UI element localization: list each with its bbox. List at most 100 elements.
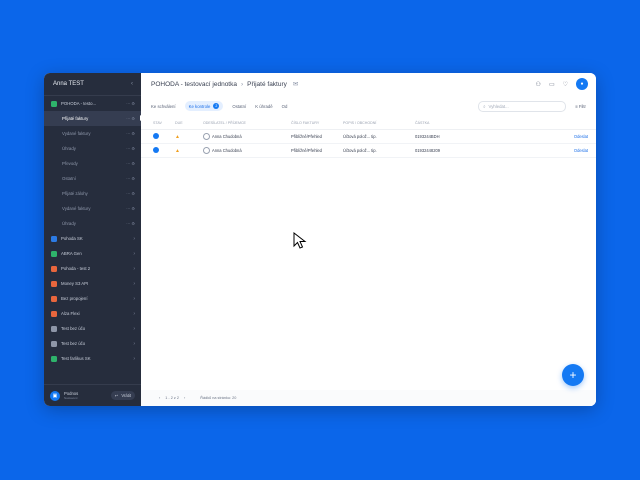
col-header-status[interactable]: STAV [153,121,175,125]
chevron-right-icon[interactable]: › [133,296,135,302]
company-icon [51,235,57,242]
more-icon[interactable]: ⋯ ⚙ [126,191,135,196]
sidebar-item[interactable]: ABRA Gen › [44,246,141,261]
filter-to-pay[interactable]: K úhradě [255,104,272,109]
table-row[interactable]: ▲ Anna Chudobná Přibližně/Přehled Účtová po… [141,130,596,144]
collapse-icon[interactable]: ‹ [131,81,133,87]
app-window: Anna TEST ‹ POHODA - testo... ⋯ ⚙ Přijaté … [44,73,596,406]
sidebar-item-label: Ostatní [62,176,76,181]
breadcrumb-separator-icon: › [240,80,244,88]
sidebar-item[interactable]: Úhrady ⋯ ⚙ [44,141,141,156]
chevron-right-icon[interactable]: › [133,311,135,317]
sidebar-item-label: Test farlikus SK [61,356,91,361]
filter-button[interactable]: ≡ Filtr [575,104,586,109]
breadcrumb-company[interactable]: POHODA - testovací jednotka [151,81,237,88]
sidebar-item[interactable]: Bez propojení › [44,291,141,306]
chevron-right-icon[interactable]: › [133,356,135,362]
description: Účtová polož... tip. [343,148,377,153]
filter-to-check-label: Ke kontrole [188,103,211,109]
amount: 01932448209 [415,148,441,153]
chevron-right-icon[interactable]: › [133,281,135,287]
sidebar-header[interactable]: Anna TEST ‹ [44,73,141,96]
sidebar-item-label: Převody [62,161,78,166]
more-icon[interactable]: ⋯ ⚙ [126,101,135,106]
main-content: POHODA - testovací jednotka › Přijaté fa… [141,73,596,406]
sidebar-item[interactable]: Převody ⋯ ⚙ [44,156,141,171]
col-header-amount[interactable]: ČÁSTKA [415,121,535,125]
filter-from[interactable]: Od [282,104,288,109]
filter-bar: Ke schválení Ke kontrole 2 Ostatní K úhr… [141,95,596,117]
invoice-number: Přibližně/Přehled [291,134,322,139]
sidebar-item-label: Přijaté faktury [62,116,89,121]
chevron-right-icon[interactable]: › [133,266,135,272]
sidebar-item-label: Alza Flexi [61,311,80,316]
more-icon[interactable]: ⋯ ⚙ [126,176,135,181]
person-icon [203,146,210,154]
sidebar-item-label: Money S3 API [61,281,89,286]
sidebar-item[interactable]: Přijaté zálohy ⋯ ⚙ [44,186,141,201]
sidebar-item[interactable]: Vydané faktury ⋯ ⚙ [44,126,141,141]
filter-to-approve[interactable]: Ke schválení [151,104,176,109]
search-placeholder: Vyhledat... [488,103,509,109]
sidebar-item[interactable]: Ostatní ⋯ ⚙ [44,171,141,186]
company-icon [51,280,57,287]
mouse-cursor-icon [293,232,307,249]
more-icon[interactable]: ⋯ ⚙ [126,221,135,226]
send-link[interactable]: Odeslat [535,148,596,153]
company-icon [51,100,57,107]
sidebar-item[interactable]: Úhrady ⋯ ⚙ [44,216,141,231]
page-range: 1 - 2 z 2 [165,396,179,400]
more-icon[interactable]: ⋯ ⚙ [126,116,135,121]
user-icon[interactable]: ⚇ [536,81,541,88]
notification-icon[interactable]: ♡ [563,81,568,88]
sidebar-item[interactable]: Money S3 API › [44,276,141,291]
chevron-right-icon[interactable]: › [133,341,135,347]
more-icon[interactable]: ⋯ ⚙ [126,161,135,166]
sidebar-item-label: Test bez účo [61,341,86,346]
warning-icon: ▲ [175,133,180,140]
invoice-number: Přibližně/Přehled [291,148,322,153]
sidebar-item[interactable]: Test farlikus SK › [44,351,141,366]
more-icon[interactable]: ⋯ ⚙ [126,206,135,211]
breadcrumb-page: Přijaté faktury [247,80,287,88]
rows-per-page[interactable]: Řádků na stránku: 20 [200,396,236,400]
sidebar-item-label: Pohoda SK [61,236,83,241]
chevron-right-icon[interactable]: › [133,236,135,242]
search-input[interactable]: ⌕ Vyhledat... [478,100,567,112]
sidebar-item[interactable]: Pohoda - test 2 › [44,261,141,276]
more-icon[interactable]: ⋯ ⚙ [126,146,135,151]
table-row[interactable]: ▲ Anna Chudobná Přibližně/Přehled Účtová po… [141,144,596,158]
col-header-sender[interactable]: ODESÍLATEL / PŘÍJEMCE [203,121,291,125]
return-button[interactable]: ↩ Vrátit [110,391,135,400]
sidebar-item[interactable]: Pohoda SK › [44,231,141,246]
profile-avatar[interactable]: ● [576,78,588,90]
chevron-right-icon[interactable]: › [133,326,135,332]
sidebar-item[interactable]: Přijaté faktury ⋯ ⚙ [44,111,144,126]
send-link[interactable]: Odeslat [535,134,596,139]
return-icon: ↩ [114,393,119,398]
filter-icon: ≡ [575,103,578,109]
sidebar-item[interactable]: POHODA - testo... ⋯ ⚙ [44,96,141,111]
more-icon[interactable]: ⋯ ⚙ [126,131,135,136]
page-prev-icon[interactable]: ‹ [159,396,160,400]
col-header-description[interactable]: POPIS / OBCHODNÍ [343,121,415,125]
mail-icon[interactable]: ✉ [293,80,298,88]
col-header-invoice[interactable]: ČÍSLO FAKTURY [291,121,343,125]
page-next-icon[interactable]: › [184,396,185,400]
org-info: Podnos Nastavení [64,391,78,401]
sidebar-item[interactable]: Alza Flexi › [44,306,141,321]
search-icon: ⌕ [483,103,486,109]
add-button[interactable]: + [562,364,584,386]
warning-icon: ▲ [175,147,180,154]
col-header-due[interactable]: DUE [175,121,203,125]
pagination: ‹ 1 - 2 z 2 › Řádků na stránku: 20 [141,390,596,406]
chat-icon[interactable]: ▭ [549,81,555,88]
chevron-right-icon[interactable]: › [133,251,135,257]
company-icon [51,325,57,332]
filter-to-check[interactable]: Ke kontrole 2 [184,101,224,111]
sidebar-item[interactable]: Test bez účo › [44,336,141,351]
sidebar-item[interactable]: Vydané faktury ⋯ ⚙ [44,201,141,216]
filter-other[interactable]: Ostatní [232,104,246,109]
status-dot-icon [153,147,159,153]
sidebar-item[interactable]: Test bez účo › [44,321,141,336]
